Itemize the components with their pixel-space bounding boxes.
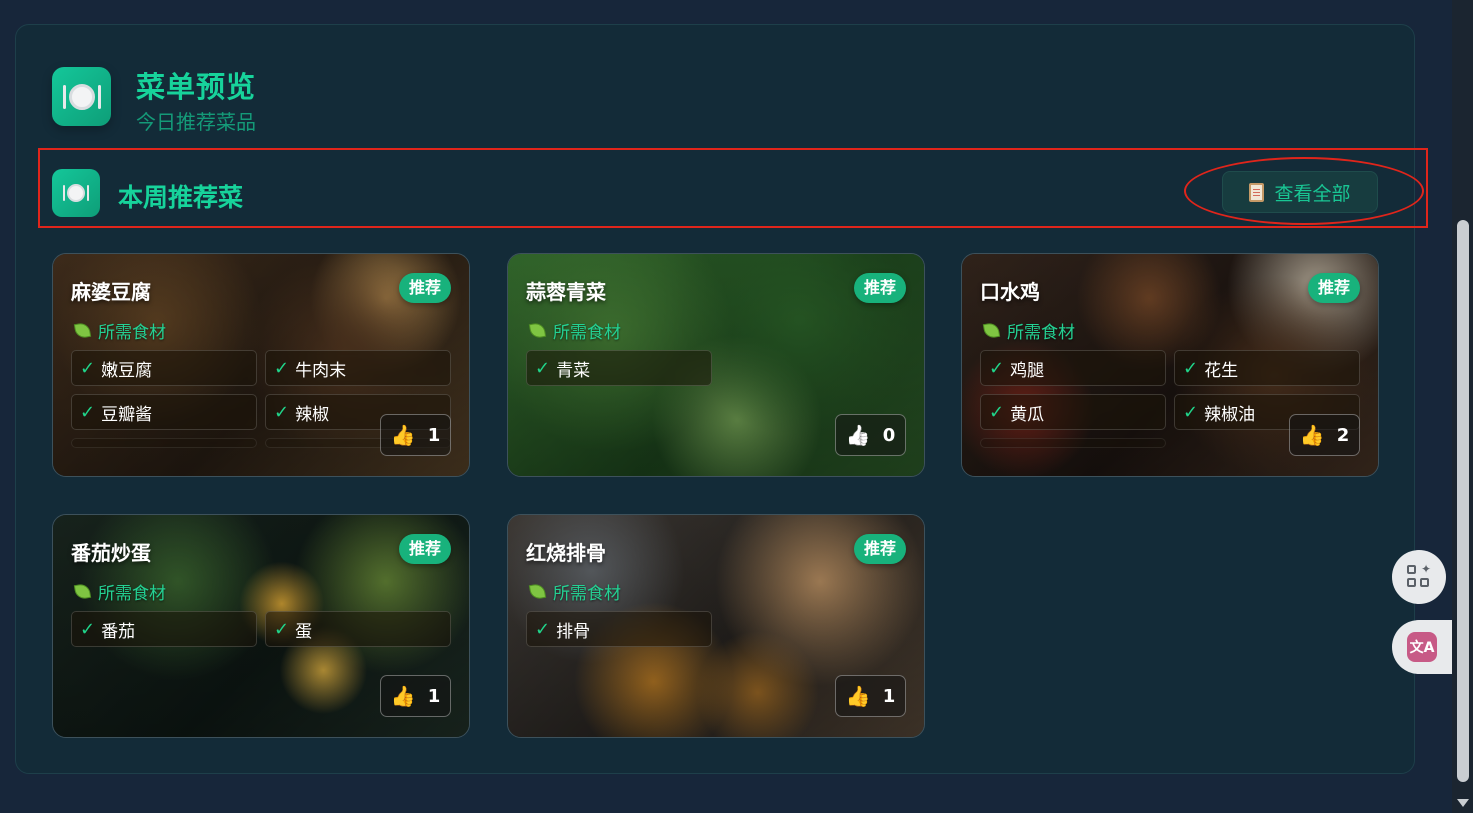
ingredient-chip-overflow	[980, 438, 1166, 448]
dish-name: 红烧排骨	[526, 541, 606, 565]
apps-sparkle-icon: ✦	[1407, 563, 1431, 589]
ingredients-heading: 所需食材	[73, 579, 166, 604]
section-plate-icon	[52, 169, 100, 217]
ingredients-heading: 所需食材	[73, 318, 166, 343]
like-count: 0	[882, 424, 896, 446]
ingredient-chip: ✓ 嫩豆腐	[71, 350, 257, 386]
ingredient-chip: ✓ 鸡腿	[980, 350, 1166, 386]
menu-plate-icon	[52, 67, 111, 126]
like-count: 1	[427, 424, 441, 446]
dish-name: 蒜蓉青菜	[526, 280, 606, 304]
like-button[interactable]: 👍 0	[835, 414, 906, 456]
ingredients-heading: 所需食材	[528, 579, 621, 604]
check-icon: ✓	[1183, 357, 1199, 379]
thumbs-up-icon: 👍	[390, 423, 416, 447]
page-subtitle: 今日推荐菜品	[136, 110, 256, 134]
like-count: 1	[427, 685, 441, 707]
check-icon: ✓	[535, 618, 551, 640]
recommend-badge: 推荐	[853, 273, 906, 303]
ingredient-chip: ✓ 排骨	[526, 611, 712, 647]
check-icon: ✓	[274, 618, 290, 640]
check-icon: ✓	[989, 357, 1005, 379]
like-button[interactable]: 👍 1	[380, 414, 451, 456]
ingredient-chip: ✓ 花生	[1174, 350, 1360, 386]
apps-sparkle-button[interactable]: ✦	[1392, 550, 1446, 604]
dish-card[interactable]: 麻婆豆腐 推荐 所需食材 ✓ 嫩豆腐 ✓ 牛肉末 ✓ 豆瓣酱 ✓ 辣椒 👍 1	[52, 253, 470, 477]
dish-card[interactable]: 蒜蓉青菜 推荐 所需食材 ✓ 青菜 👍 0	[507, 253, 925, 477]
leaf-icon	[982, 321, 1001, 340]
check-icon: ✓	[535, 357, 551, 379]
section-title: 本周推荐菜	[118, 183, 244, 212]
dish-name: 麻婆豆腐	[71, 280, 151, 304]
like-count: 1	[882, 685, 896, 707]
like-button[interactable]: 👍 2	[1289, 414, 1360, 456]
dish-card[interactable]: 红烧排骨 推荐 所需食材 ✓ 排骨 👍 1	[507, 514, 925, 738]
like-button[interactable]: 👍 1	[835, 675, 906, 717]
like-count: 2	[1336, 424, 1350, 446]
recommend-badge: 推荐	[853, 534, 906, 564]
translate-icon: 文A	[1407, 632, 1437, 662]
recommend-badge: 推荐	[398, 273, 451, 303]
check-icon: ✓	[274, 357, 290, 379]
ingredient-chip: ✓ 豆瓣酱	[71, 394, 257, 430]
ingredient-chip: ✓ 青菜	[526, 350, 712, 386]
check-icon: ✓	[989, 401, 1005, 423]
ingredient-chip-overflow	[71, 438, 257, 448]
leaf-icon	[73, 321, 92, 340]
like-button[interactable]: 👍 1	[380, 675, 451, 717]
ingredient-chip: ✓ 黄瓜	[980, 394, 1166, 430]
check-icon: ✓	[80, 401, 96, 423]
recommend-badge: 推荐	[1307, 273, 1360, 303]
thumbs-up-icon: 👍	[1299, 423, 1325, 447]
thumbs-up-icon: 👍	[845, 684, 871, 708]
check-icon: ✓	[274, 401, 290, 423]
annotation-ellipse	[1184, 157, 1424, 225]
check-icon: ✓	[1183, 401, 1199, 423]
dish-card[interactable]: 口水鸡 推荐 所需食材 ✓ 鸡腿 ✓ 花生 ✓ 黄瓜 ✓ 辣椒油 👍 2	[961, 253, 1379, 477]
dish-name: 口水鸡	[980, 280, 1040, 304]
scrollbar[interactable]	[1452, 0, 1473, 813]
ingredient-chip: ✓ 牛肉末	[265, 350, 451, 386]
scrollbar-thumb[interactable]	[1457, 220, 1469, 782]
ingredient-chip: ✓ 蛋	[265, 611, 451, 647]
page-title: 菜单预览	[136, 70, 257, 104]
thumbs-up-icon: 👍	[390, 684, 416, 708]
ingredients-heading: 所需食材	[982, 318, 1075, 343]
recommend-badge: 推荐	[398, 534, 451, 564]
ingredients-heading: 所需食材	[528, 318, 621, 343]
leaf-icon	[528, 582, 547, 601]
leaf-icon	[528, 321, 547, 340]
check-icon: ✓	[80, 357, 96, 379]
thumbs-up-icon: 👍	[845, 423, 871, 447]
scroll-down-arrow-icon[interactable]	[1457, 799, 1469, 807]
dish-name: 番茄炒蛋	[71, 541, 151, 565]
dish-card[interactable]: 番茄炒蛋 推荐 所需食材 ✓ 番茄 ✓ 蛋 👍 1	[52, 514, 470, 738]
ingredient-chip: ✓ 番茄	[71, 611, 257, 647]
translate-button[interactable]: 文A	[1392, 620, 1452, 674]
leaf-icon	[73, 582, 92, 601]
check-icon: ✓	[80, 618, 96, 640]
